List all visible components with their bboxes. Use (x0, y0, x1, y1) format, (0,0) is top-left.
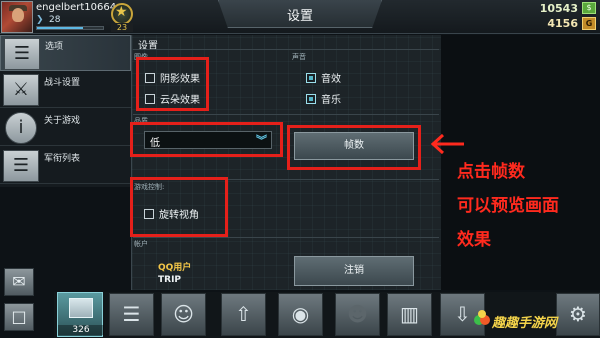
money-icon[interactable]: $ (582, 2, 596, 14)
menu-item-label: 关于游戏 (44, 116, 81, 126)
highlight-box-fps (287, 125, 421, 170)
gold-amount: 4156 (547, 17, 578, 30)
logout-button[interactable]: 注销 (294, 256, 414, 286)
highlight-box-control (130, 177, 228, 237)
watermark-text: 趣趣手游网 (492, 316, 558, 331)
menu-item-rank-list[interactable]: ☰ 军衔列表 (0, 148, 131, 184)
sfx-toggle[interactable]: 音效 (306, 70, 341, 85)
player-avatar[interactable] (1, 1, 33, 33)
divider (133, 237, 439, 238)
soldier-icon[interactable]: ☺ (161, 293, 206, 336)
squad-icon: ☻ (335, 293, 380, 336)
arrow-left-icon (430, 133, 464, 155)
menu-item-label: 战斗设置 (44, 78, 81, 88)
annotation-line-3: 效果 (457, 230, 491, 250)
highlight-box-image (136, 57, 209, 111)
ammo-count: 326 (58, 325, 104, 335)
crossed-swords-icon: ⚔ (3, 74, 39, 106)
rank-chevron-icon: ❯ (36, 14, 44, 25)
player-rank: ❯ 28 (36, 14, 60, 25)
level-badge: ★ 23 (109, 3, 135, 32)
base-buildings-icon[interactable]: ▥ (387, 293, 432, 336)
watermark-logo (474, 310, 490, 325)
music-label: 音乐 (321, 95, 341, 106)
menu-item-label: 军衔列表 (44, 154, 81, 164)
avatar-head-shape (12, 8, 24, 22)
divider (133, 114, 439, 115)
left-menu: ☰ 选项 ⚔ 战斗设置 i 关于游戏 ☰ 军衔列表 (0, 35, 131, 187)
money-amount: 10543 (539, 2, 578, 15)
highlight-box-quality (130, 122, 283, 157)
music-checkbox[interactable] (306, 93, 316, 104)
sfx-checkbox[interactable] (306, 72, 316, 83)
account-name: TRIP (158, 275, 182, 285)
xp-bar-fill (37, 27, 84, 29)
menu-item-options[interactable]: ☰ 选项 (0, 35, 131, 71)
gear-icon[interactable]: ⚙ (556, 293, 600, 336)
rank-number: 28 (49, 14, 61, 25)
mail-icon[interactable]: ✉ (4, 268, 34, 296)
gold-icon[interactable]: G (582, 17, 596, 30)
sound-section-label: 声音 (292, 53, 306, 61)
menu-item-label: 选项 (45, 42, 64, 52)
annotation-line-1: 点击帧数 (457, 162, 525, 182)
ammo-crate-button[interactable]: 326 (57, 292, 104, 337)
sliders-icon: ☰ (4, 38, 40, 70)
rank-chevrons-icon: ☰ (3, 150, 39, 182)
sfx-label: 音效 (321, 74, 341, 85)
xp-bar (36, 26, 104, 30)
menu-item-about[interactable]: i 关于游戏 (0, 110, 131, 146)
ammo-crate-icon (69, 298, 93, 318)
account-section-label: 帐户 (134, 240, 148, 248)
menu-item-battle-settings[interactable]: ⚔ 战斗设置 (0, 72, 131, 108)
missions-list-icon[interactable]: ☰ (109, 293, 154, 336)
account-type: QQ用户 (158, 263, 192, 273)
page-title: 设置 (286, 9, 313, 24)
player-name: engelbert10664 (36, 2, 117, 13)
music-toggle[interactable]: 音乐 (306, 91, 341, 106)
info-icon: i (5, 112, 37, 144)
annotation-line-2: 可以预览画面 (457, 196, 559, 216)
globe-icon[interactable]: ◉ (278, 293, 323, 336)
star-icon: ★ (115, 4, 128, 20)
chat-icon[interactable]: □ (4, 303, 34, 331)
upgrade-arrow-icon[interactable]: ⇧ (221, 293, 266, 336)
level-number: 23 (111, 23, 133, 32)
divider (133, 49, 439, 50)
